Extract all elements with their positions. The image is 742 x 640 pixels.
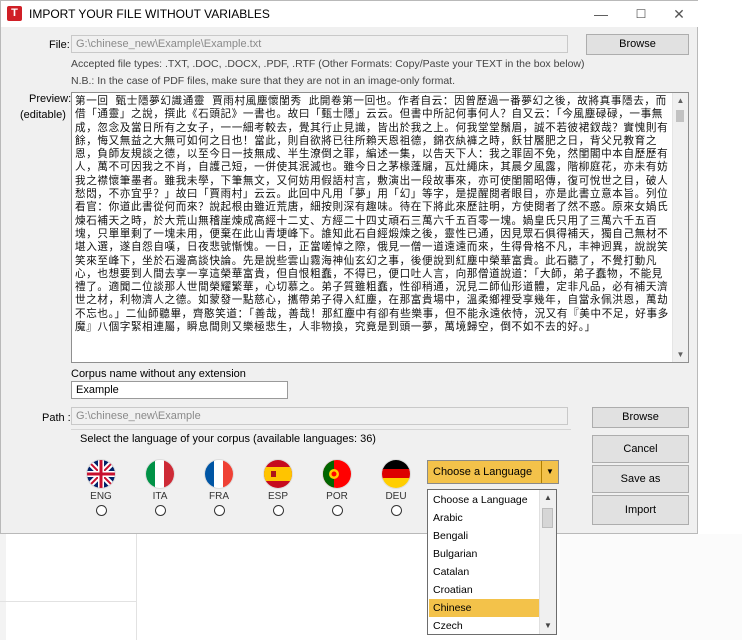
language-option[interactable]: Croatian (429, 581, 541, 599)
accepted-types-note: Accepted file types: .TXT, .DOC, .DOCX, … (71, 58, 585, 70)
preview-scrollbar[interactable]: ▲ ▼ (672, 93, 688, 362)
radio-por[interactable] (332, 505, 343, 516)
radio-deu[interactable] (391, 505, 402, 516)
maximize-button[interactable]: ☐ (621, 1, 661, 27)
language-dropdown-list[interactable]: Choose a Language Arabic Bengali Bulgari… (427, 489, 557, 635)
spain-flag-icon[interactable] (264, 460, 292, 488)
corpus-name-label: Corpus name without any extension (71, 368, 246, 380)
background-window-area (560, 534, 742, 640)
path-browse-button[interactable]: Browse (592, 407, 689, 428)
app-logo-icon: T (7, 6, 22, 21)
language-option[interactable]: Bulgarian (429, 545, 541, 563)
language-option[interactable]: Catalan (429, 563, 541, 581)
preview-editable-label: (editable) (20, 109, 66, 121)
language-option[interactable]: Arabic (429, 509, 541, 527)
cancel-button[interactable]: Cancel (592, 435, 689, 463)
file-label: File: (49, 39, 70, 51)
close-button[interactable]: ✕ (659, 1, 699, 27)
scroll-up-icon[interactable]: ▲ (540, 490, 556, 506)
background-divider (0, 601, 136, 602)
dropdown-scrollbar[interactable]: ▲ ▼ (539, 490, 556, 634)
germany-flag-icon[interactable] (382, 460, 410, 488)
language-option[interactable]: Choose a Language (429, 491, 541, 509)
corpus-name-input[interactable]: Example (71, 381, 288, 399)
background-divider-vertical (136, 534, 137, 640)
file-browse-button[interactable]: Browse (586, 34, 689, 55)
chevron-down-icon[interactable]: ▼ (541, 461, 558, 483)
radio-fra[interactable] (214, 505, 225, 516)
flag-label-fra: FRA (209, 491, 229, 502)
language-option[interactable]: Bengali (429, 527, 541, 545)
window-title: IMPORT YOUR FILE WITHOUT VARIABLES (29, 7, 270, 21)
flag-label-eng: ENG (90, 491, 112, 502)
france-flag-icon[interactable] (205, 460, 233, 488)
path-label: Path : (42, 412, 71, 424)
save-as-button[interactable]: Save as (592, 465, 689, 493)
preview-text[interactable]: 第一回 甄士隱夢幻識通靈 賈雨村風塵懷閨秀 此開卷第一回也。作者自云：因曾歷過一… (75, 95, 671, 361)
import-button[interactable]: Import (592, 495, 689, 525)
path-field[interactable]: G:\chinese_new\Example (71, 407, 568, 425)
flag-label-ita: ITA (152, 491, 168, 502)
language-option[interactable]: Czech (429, 617, 541, 634)
minimize-button[interactable]: — (581, 1, 621, 27)
preview-label: Preview: (29, 93, 72, 105)
radio-eng[interactable] (96, 505, 107, 516)
radio-ita[interactable] (155, 505, 166, 516)
uk-flag-icon[interactable] (87, 460, 115, 488)
flag-label-deu: DEU (385, 491, 407, 502)
background-window-edge (0, 534, 6, 640)
language-group-label: Select the language of your corpus (avai… (80, 433, 376, 445)
preview-textarea[interactable]: 第一回 甄士隱夢幻識通靈 賈雨村風塵懷閨秀 此開卷第一回也。作者自云：因曾歷過一… (71, 92, 689, 363)
scroll-down-icon[interactable]: ▼ (540, 618, 556, 634)
language-option-selected[interactable]: Chinese (429, 599, 541, 617)
portugal-flag-icon[interactable] (323, 460, 351, 488)
title-bar: T IMPORT YOUR FILE WITHOUT VARIABLES — ☐… (1, 1, 699, 27)
language-select-value: Choose a Language (433, 466, 533, 478)
file-path-field[interactable]: G:\chinese_new\Example\Example.txt (71, 35, 568, 53)
dropdown-scroll-thumb[interactable] (542, 508, 553, 528)
italy-flag-icon[interactable] (146, 460, 174, 488)
pdf-note: N.B.: In the case of PDF files, make sur… (71, 75, 456, 87)
language-select[interactable]: Choose a Language ▼ (427, 460, 559, 484)
radio-esp[interactable] (273, 505, 284, 516)
scroll-up-icon[interactable]: ▲ (673, 93, 688, 108)
scroll-down-icon[interactable]: ▼ (673, 347, 688, 362)
preview-scroll-thumb[interactable] (676, 110, 684, 122)
flag-label-esp: ESP (267, 491, 288, 502)
flag-label-por: POR (326, 491, 348, 502)
import-dialog: T IMPORT YOUR FILE WITHOUT VARIABLES — ☐… (0, 0, 699, 534)
